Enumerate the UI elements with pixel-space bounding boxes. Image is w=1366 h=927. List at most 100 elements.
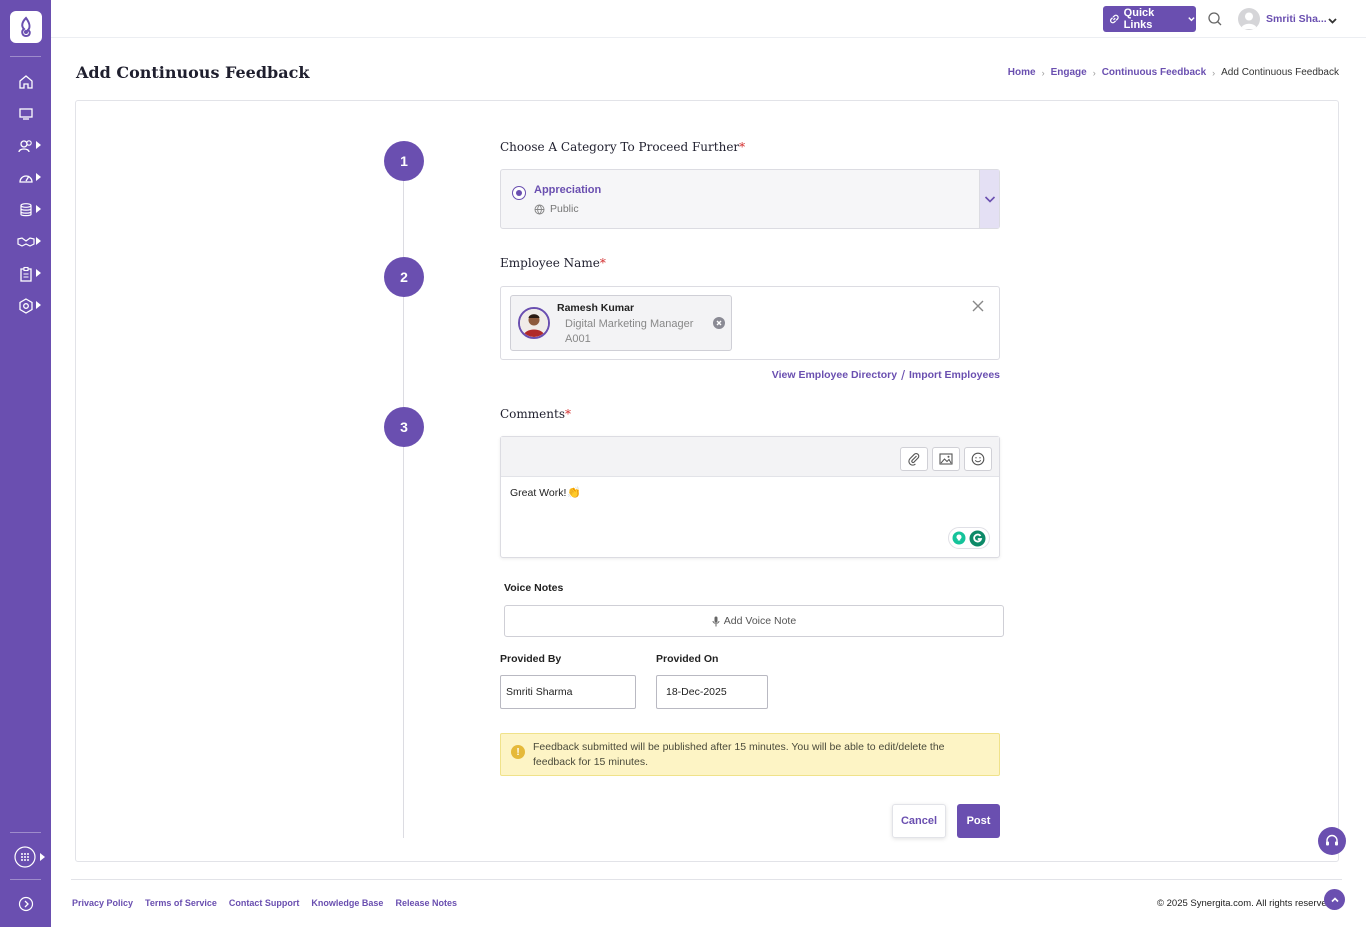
link-separator: / (901, 367, 905, 383)
add-voice-note-button[interactable]: Add Voice Note (504, 605, 1004, 637)
close-icon (972, 300, 984, 312)
cancel-button[interactable]: Cancel (892, 804, 946, 838)
link-icon (1110, 14, 1119, 24)
sidebar-expand-caret[interactable] (36, 237, 41, 245)
step-2-badge: 2 (384, 257, 424, 297)
insert-emoji-button[interactable] (964, 447, 992, 471)
category-visibility-text: Public (550, 203, 579, 215)
sidebar-item-monitor[interactable] (17, 105, 35, 123)
comment-text: Great Work! (510, 486, 567, 499)
provided-on-label: Provided On (656, 653, 719, 665)
employee-name: Ramesh Kumar (557, 302, 635, 314)
attach-file-button[interactable] (900, 447, 928, 471)
sidebar-item-handshake[interactable] (17, 233, 35, 251)
employee-label: Employee Name* (500, 256, 606, 270)
import-employees-link[interactable]: Import Employees (909, 369, 1000, 381)
synergita-logo-icon (21, 16, 31, 38)
copyright-text: © 2025 Synergita.com. All rights reserve… (1157, 898, 1327, 909)
insert-image-button[interactable] (932, 447, 960, 471)
add-voice-note-label: Add Voice Note (723, 615, 797, 627)
chevron-right-icon: › (1092, 67, 1096, 78)
sidebar-item-database[interactable] (17, 201, 35, 219)
employee-designation: Digital Marketing Manager (565, 318, 694, 330)
sidebar-expand-caret[interactable] (36, 173, 41, 181)
clipboard-icon (20, 266, 32, 282)
knowledge-base-link[interactable]: Knowledge Base (311, 898, 383, 908)
required-marker: * (599, 256, 606, 270)
post-button[interactable]: Post (957, 804, 1000, 838)
contact-support-link[interactable]: Contact Support (229, 898, 300, 908)
grammarly-widget[interactable] (948, 527, 990, 549)
user-avatar[interactable] (1238, 8, 1260, 30)
app-logo[interactable] (10, 11, 42, 43)
sidebar-expand-caret[interactable] (36, 141, 41, 149)
editor-toolbar (501, 437, 999, 477)
category-label: Choose A Category To Proceed Further* (500, 140, 745, 154)
support-button[interactable] (1318, 827, 1346, 855)
monitor-icon (19, 108, 33, 120)
scroll-to-top-button[interactable] (1324, 889, 1345, 910)
step-1-badge: 1 (384, 141, 424, 181)
provided-on-field[interactable]: 18-Dec-2025 (656, 675, 768, 709)
user-avatar-icon (1241, 12, 1257, 29)
notice-text: Feedback submitted will be published aft… (533, 741, 945, 768)
microphone-icon (712, 616, 720, 626)
sidebar-expand-caret[interactable] (36, 205, 41, 213)
release-notes-link[interactable]: Release Notes (395, 898, 457, 908)
comments-label-text: Comments (500, 407, 565, 421)
category-name: Appreciation (534, 184, 602, 196)
search-button[interactable] (1207, 11, 1223, 27)
sidebar-item-dashboard[interactable] (17, 169, 35, 187)
terms-of-service-link[interactable]: Terms of Service (145, 898, 217, 908)
sidebar-item-settings[interactable] (17, 297, 35, 315)
employee-chip: Ramesh Kumar Digital Marketing Manager A… (510, 295, 732, 351)
category-radio[interactable] (512, 186, 526, 200)
sidebar-item-clipboard[interactable] (17, 265, 35, 283)
category-visibility: Public (534, 203, 579, 215)
comments-text-area[interactable]: Great Work! 👏 (510, 486, 581, 500)
dashboard-gauge-icon (19, 175, 33, 183)
sidebar-item-people[interactable] (17, 137, 35, 155)
user-name[interactable]: Smriti Sha... (1266, 13, 1327, 25)
lightbulb-icon (952, 531, 966, 545)
chevron-up-icon (1330, 896, 1339, 902)
user-menu-toggle[interactable] (1327, 13, 1338, 24)
quick-links-button[interactable]: Quick Links (1103, 6, 1196, 32)
chevron-down-icon (984, 196, 995, 203)
sidebar-expand-caret[interactable] (36, 301, 41, 309)
database-icon (20, 203, 32, 217)
breadcrumb-home[interactable]: Home (1008, 67, 1036, 78)
sidebar-expand-caret[interactable] (36, 269, 41, 277)
chevron-right-icon: › (1212, 67, 1216, 78)
remove-employee-button[interactable] (713, 317, 725, 329)
footer-divider (71, 879, 1342, 880)
publish-delay-notice: ! Feedback submitted will be published a… (500, 733, 1000, 776)
emoji-icon (971, 452, 985, 466)
privacy-policy-link[interactable]: Privacy Policy (72, 898, 133, 908)
breadcrumb-engage[interactable]: Engage (1051, 67, 1087, 78)
info-icon: ! (511, 745, 525, 759)
employee-select[interactable]: Ramesh Kumar Digital Marketing Manager A… (500, 286, 1000, 360)
category-label-text: Choose A Category To Proceed Further (500, 140, 740, 154)
comments-editor: Great Work! 👏 (500, 436, 1000, 558)
category-select[interactable]: Appreciation Public (500, 169, 1000, 229)
breadcrumb-continuous-feedback[interactable]: Continuous Feedback (1102, 67, 1206, 78)
view-employee-directory-link[interactable]: View Employee Directory (772, 369, 897, 381)
paperclip-icon (908, 453, 920, 466)
provided-by-field[interactable]: Smriti Sharma (500, 675, 636, 709)
required-marker: * (739, 140, 746, 154)
sidebar-item-apps[interactable] (14, 846, 36, 868)
sidebar-item-home[interactable] (17, 73, 35, 91)
close-icon (716, 320, 722, 326)
settings-icon (19, 298, 33, 314)
breadcrumb-current: Add Continuous Feedback (1221, 67, 1339, 78)
grammarly-icon (969, 530, 986, 546)
footer-links: Privacy Policy Terms of Service Contact … (72, 898, 457, 908)
page-title: Add Continuous Feedback (76, 63, 310, 82)
clear-employees-button[interactable] (971, 299, 985, 313)
sidebar-expand-caret[interactable] (40, 853, 45, 861)
expand-icon (18, 896, 34, 912)
sidebar-expand-toggle[interactable] (17, 895, 35, 913)
category-dropdown-toggle[interactable] (979, 170, 999, 228)
provided-on-value: 18-Dec-2025 (666, 686, 727, 698)
